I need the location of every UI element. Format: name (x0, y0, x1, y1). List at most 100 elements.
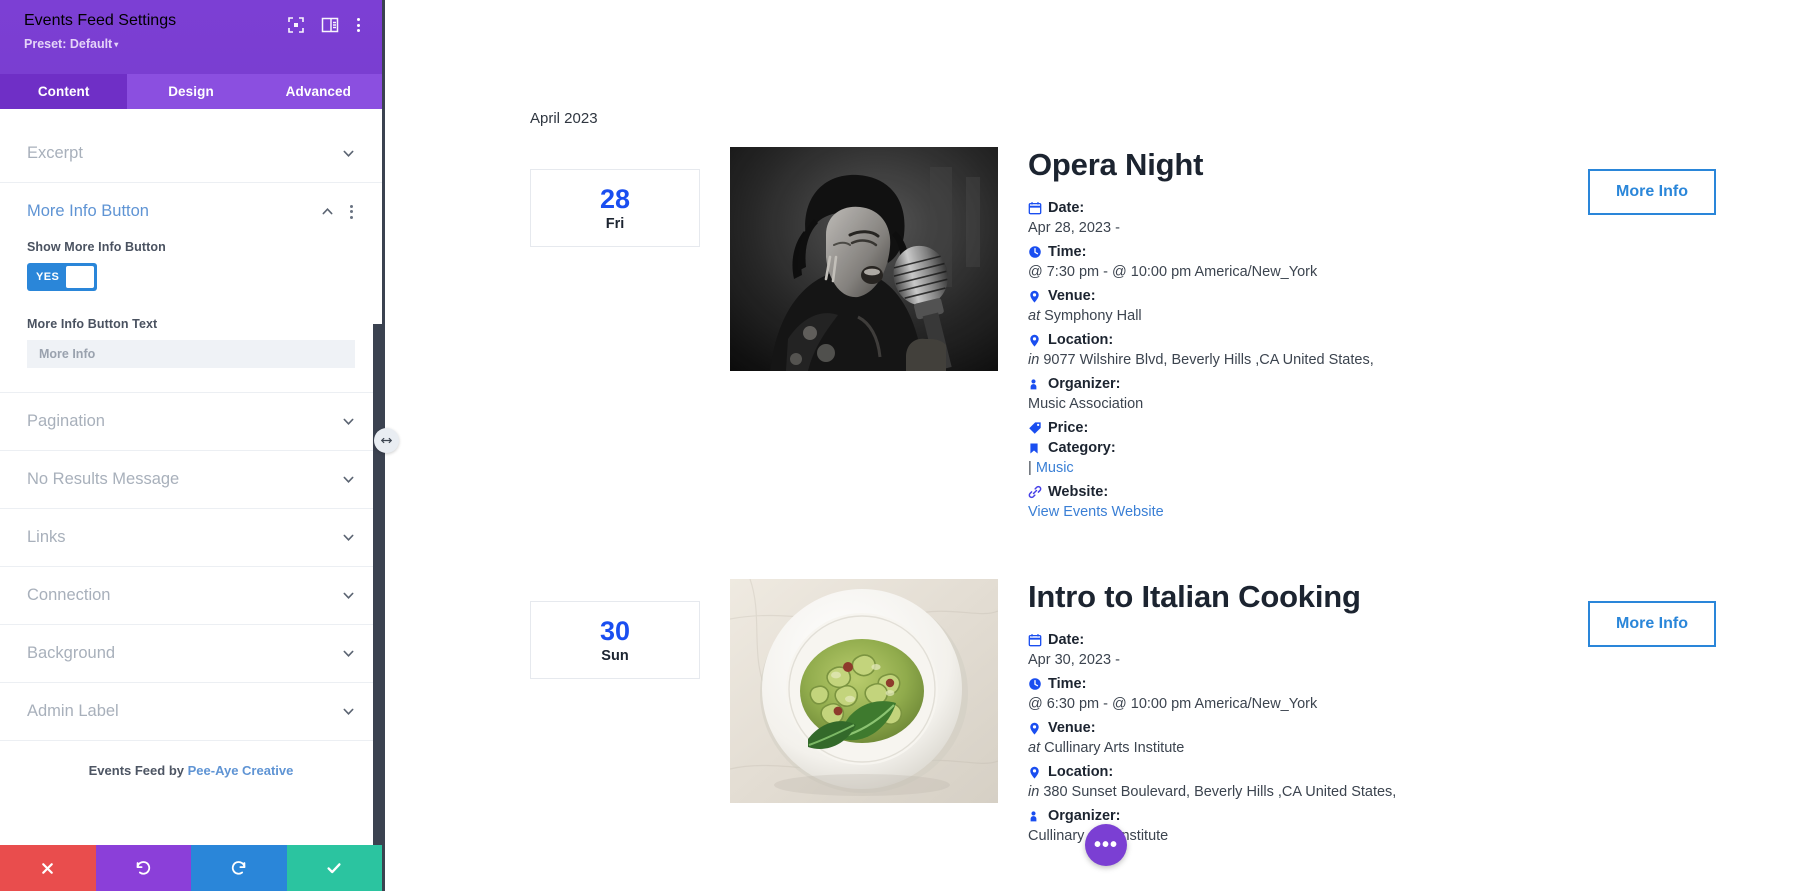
chevron-down-icon (342, 531, 355, 544)
kebab-menu-icon[interactable] (355, 16, 362, 34)
undo-button[interactable] (95, 845, 191, 891)
table-row: 30 Sun Intro to Italian Cooking Date: Ap… (530, 579, 1800, 848)
meta-venue-text: Venue: (1048, 720, 1096, 736)
event-row: 28 Fri Opera Night Date: Apr 28, 2023 - … (530, 147, 1800, 524)
divi-builder-screen: Events Feed Settings Preset: Default ▾ C… (0, 0, 1800, 891)
chevron-down-icon (342, 473, 355, 486)
meta-category-prefix: | (1028, 460, 1032, 476)
section-connection-header[interactable]: Connection (27, 567, 355, 624)
layout-icon[interactable] (321, 16, 339, 34)
meta-website-value: View Events Website (1028, 501, 1578, 524)
event-details: Opera Night Date: Apr 28, 2023 - Time: @… (1028, 147, 1588, 524)
section-more-info-button-header[interactable]: More Info Button (27, 183, 355, 240)
section-more-info-button-body: Show More Info Button YES More Info Butt… (27, 240, 355, 392)
show-more-info-button-label: Show More Info Button (27, 240, 166, 254)
section-no-results-message-header[interactable]: No Results Message (27, 451, 355, 508)
meta-venue-prefix: at (1028, 740, 1041, 756)
settings-panel: Events Feed Settings Preset: Default ▾ C… (0, 0, 399, 891)
section-admin-label: Admin Label (0, 683, 382, 741)
meta-location-prefix: in (1028, 784, 1040, 800)
meta-organizer-text: Organizer: (1048, 376, 1121, 392)
website-link[interactable]: View Events Website (1028, 504, 1164, 520)
event-title[interactable]: Intro to Italian Cooking (1028, 579, 1578, 615)
cancel-button[interactable] (0, 845, 96, 891)
section-excerpt-header[interactable]: Excerpt (27, 125, 355, 182)
meta-location-text: Location: (1048, 332, 1114, 348)
link-icon (1028, 485, 1042, 500)
preset-label: Preset: Default (24, 37, 113, 51)
chevron-down-icon (342, 589, 355, 602)
tab-advanced[interactable]: Advanced (255, 74, 382, 109)
section-admin-label-header[interactable]: Admin Label (27, 683, 355, 740)
event-thumbnail[interactable] (730, 579, 998, 803)
meta-date-text: Date: (1048, 200, 1085, 216)
meta-website-label: Website: (1028, 484, 1578, 500)
meta-venue-value: at Cullinary Arts Institute (1028, 737, 1578, 760)
person-icon (1028, 377, 1042, 392)
pin-icon (1028, 289, 1042, 304)
category-link[interactable]: Music (1036, 460, 1074, 476)
chevron-down-icon (342, 647, 355, 660)
event-date-box: 28 Fri (530, 169, 700, 247)
event-action: More Info (1588, 579, 1788, 647)
events-feed-preview: April 2023 28 Fri Opera Night Date: Apr … (385, 0, 1800, 891)
preset-selector[interactable]: Preset: Default ▾ (24, 37, 362, 51)
meta-time-label: Time: (1028, 676, 1578, 692)
meta-organizer-label: Organizer: (1028, 376, 1578, 392)
section-excerpt-label: Excerpt (27, 144, 83, 162)
meta-venue-text-value: Symphony Hall (1044, 308, 1142, 324)
meta-website-text: Website: (1048, 484, 1109, 500)
chevron-up-icon[interactable] (321, 205, 334, 218)
chevron-down-icon (342, 147, 355, 160)
meta-location-text-value: 380 Sunset Boulevard, Beverly Hills ,CA … (1043, 784, 1397, 800)
meta-category-label: Category: (1028, 440, 1578, 456)
section-options-kebab-icon[interactable] (348, 203, 355, 221)
meta-organizer-label: Organizer: (1028, 808, 1578, 824)
more-info-button[interactable]: More Info (1588, 169, 1716, 215)
chevron-down-icon (342, 705, 355, 718)
month-label: April 2023 (530, 110, 598, 127)
meta-price-text: Price: (1048, 420, 1089, 436)
section-pagination-header[interactable]: Pagination (27, 393, 355, 450)
section-background: Background (0, 625, 382, 683)
tab-content[interactable]: Content (0, 74, 128, 109)
meta-date-value: Apr 30, 2023 - (1028, 652, 1120, 668)
redo-button[interactable] (191, 845, 287, 891)
section-no-results-message-label: No Results Message (27, 470, 180, 488)
event-thumbnail[interactable] (730, 147, 998, 371)
show-more-info-button-toggle[interactable]: YES (27, 263, 97, 291)
meta-time-text: Time: (1048, 676, 1087, 692)
panel-resize-handle[interactable] (374, 428, 399, 453)
more-info-button[interactable]: More Info (1588, 601, 1716, 647)
meta-date-text: Date: (1048, 632, 1085, 648)
section-background-header[interactable]: Background (27, 625, 355, 682)
more-info-button-text-input[interactable] (27, 340, 355, 368)
settings-scroll-area: Excerpt More Info Button Show More Info … (0, 109, 382, 845)
event-date-box: 30 Sun (530, 601, 700, 679)
calendar-icon (1028, 201, 1042, 216)
event-dow: Fri (605, 216, 625, 232)
section-links-header[interactable]: Links (27, 509, 355, 566)
meta-time-value: @ 6:30 pm - @ 10:00 pm America/New_York (1028, 696, 1318, 712)
section-links-label: Links (27, 528, 66, 546)
event-title[interactable]: Opera Night (1028, 147, 1578, 183)
floating-action-button[interactable]: ••• (1085, 824, 1127, 866)
bookmark-icon (1028, 441, 1042, 456)
meta-location-value: in 380 Sunset Boulevard, Beverly Hills ,… (1028, 781, 1578, 804)
event-action: More Info (1588, 147, 1788, 215)
meta-venue-label: Venue: (1028, 288, 1578, 304)
meta-venue-text: Venue: (1048, 288, 1096, 304)
credit-link[interactable]: Pee-Aye Creative (188, 763, 294, 778)
fullscreen-icon[interactable] (287, 16, 305, 34)
section-excerpt: Excerpt (0, 125, 382, 183)
meta-date-label: Date: (1028, 632, 1578, 648)
save-button[interactable] (286, 845, 382, 891)
meta-organizer-text: Organizer: (1048, 808, 1121, 824)
toggle-knob (66, 266, 94, 288)
meta-venue-label: Venue: (1028, 720, 1578, 736)
chevron-down-icon (342, 415, 355, 428)
pin-icon (1028, 721, 1042, 736)
meta-category-value: | Music (1028, 457, 1578, 480)
panel-scrollbar[interactable] (373, 324, 382, 845)
tab-design[interactable]: Design (127, 74, 254, 109)
